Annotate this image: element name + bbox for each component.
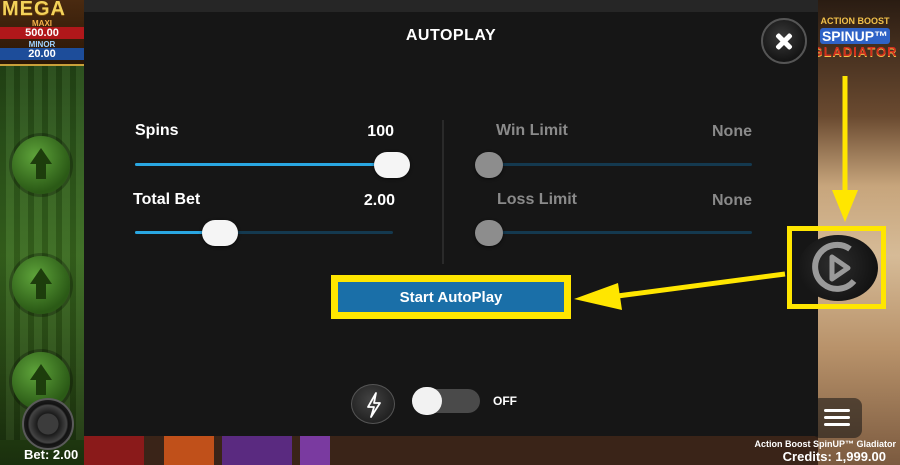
tutorial-arrows	[574, 76, 858, 310]
arrow-left-icon	[574, 283, 622, 310]
arrow-down-icon	[832, 190, 858, 222]
